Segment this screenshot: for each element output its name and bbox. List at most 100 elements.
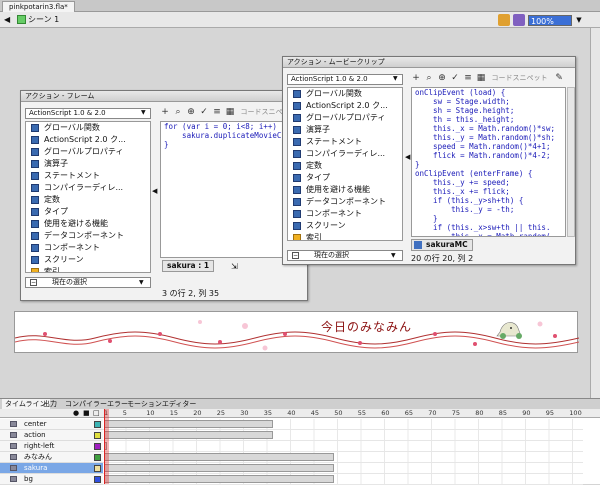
frame-row[interactable]: [103, 463, 583, 474]
frame-row[interactable]: [103, 430, 583, 441]
layer-color-swatch[interactable]: [94, 432, 101, 439]
stage[interactable]: 今日のみなみん: [14, 311, 580, 353]
code-line[interactable]: this._y = -th;: [412, 205, 565, 214]
frame-span[interactable]: [104, 453, 335, 461]
code-line[interactable]: speed = Math.random()*4+1;: [412, 142, 565, 151]
auto-format-icon[interactable]: ≡: [212, 107, 222, 117]
target-icon[interactable]: ⊕: [437, 73, 447, 83]
back-arrow-icon[interactable]: ◀: [4, 15, 13, 24]
tree-item[interactable]: タイプ: [26, 206, 150, 218]
debug-icon[interactable]: ✎: [554, 73, 564, 83]
tree-item[interactable]: コンパイラーディレ...: [288, 148, 402, 160]
outline-icon[interactable]: □: [93, 409, 100, 418]
code-scrollbar[interactable]: [567, 87, 575, 237]
code-line[interactable]: flick = Math.random()*4-2;: [412, 151, 565, 160]
code-line[interactable]: }: [412, 214, 565, 223]
tree-item[interactable]: ステートメント: [288, 136, 402, 148]
layer-row[interactable]: right-left: [0, 441, 103, 452]
version-select[interactable]: ActionScript 1.0 & 2.0: [25, 108, 151, 119]
code-line[interactable]: this._x += flick;: [412, 187, 565, 196]
chevron-down-icon[interactable]: ▼: [139, 279, 144, 286]
tree-item[interactable]: 定数: [288, 160, 402, 172]
layer-color-swatch[interactable]: [94, 476, 101, 483]
eye-icon[interactable]: ●: [73, 409, 79, 418]
code-line[interactable]: this._y = Math.random()*sh;: [412, 133, 565, 142]
code-line[interactable]: if (this._x>sw+th || this.: [412, 223, 565, 232]
layer-color-swatch[interactable]: [94, 421, 101, 428]
code-line[interactable]: }: [412, 160, 565, 169]
tree-item[interactable]: グローバルプロパティ: [26, 146, 150, 158]
chevron-down-icon[interactable]: ▼: [393, 75, 398, 82]
collapse-icon[interactable]: −: [30, 279, 37, 286]
tree-item[interactable]: データコンポーネント: [288, 196, 402, 208]
code-editor[interactable]: onClipEvent (load) { sw = Stage.width; s…: [411, 87, 566, 237]
find-icon[interactable]: ⌕: [424, 73, 434, 83]
pin-icon[interactable]: ⇲: [231, 262, 238, 271]
tree-item[interactable]: 索引: [288, 232, 402, 240]
vertical-scrollbar[interactable]: [590, 28, 600, 398]
zoom-dropdown-icon[interactable]: ▼: [574, 15, 584, 26]
frame-span[interactable]: [104, 475, 335, 483]
panel-title[interactable]: アクション - フレーム: [21, 91, 307, 102]
frame-row[interactable]: [103, 441, 583, 452]
add-action-icon[interactable]: +: [160, 107, 170, 117]
code-line[interactable]: if (this._y>sh+th) {: [412, 196, 565, 205]
tree-item[interactable]: ActionScript 2.0 ク...: [26, 134, 150, 146]
layer-color-swatch[interactable]: [94, 454, 101, 461]
version-select[interactable]: ActionScript 1.0 & 2.0: [287, 74, 403, 85]
code-snippets-button[interactable]: コードスニペット: [492, 74, 548, 82]
frame-row[interactable]: [103, 452, 583, 463]
tree-item[interactable]: ActionScript 2.0 ク...: [288, 100, 402, 112]
code-line[interactable]: this._y += speed;: [412, 178, 565, 187]
tree-item[interactable]: コンパイラーディレ...: [26, 182, 150, 194]
frame-span[interactable]: [104, 431, 274, 439]
code-hint-icon[interactable]: ▦: [225, 107, 235, 117]
layer-row[interactable]: みなみん: [0, 452, 103, 463]
tree-item[interactable]: ステートメント: [26, 170, 150, 182]
add-action-icon[interactable]: +: [411, 73, 421, 83]
tree-item[interactable]: 定数: [26, 194, 150, 206]
auto-format-icon[interactable]: ≡: [463, 73, 473, 83]
tree-item[interactable]: コンポーネント: [288, 208, 402, 220]
panel-title[interactable]: アクション - ムービークリップ: [283, 57, 575, 68]
current-selection-label[interactable]: 現在の選択: [287, 250, 403, 261]
script-tab[interactable]: sakura : 1: [162, 260, 215, 272]
layer-row[interactable]: sakura: [0, 463, 103, 474]
tree-item[interactable]: 演算子: [26, 158, 150, 170]
code-line[interactable]: th = this._height;: [412, 115, 565, 124]
code-line[interactable]: this._x = Math.random()*sw;: [412, 124, 565, 133]
tree-item[interactable]: 演算子: [288, 124, 402, 136]
layer-color-swatch[interactable]: [94, 465, 101, 472]
layer-row[interactable]: center: [0, 419, 103, 430]
layer-color-swatch[interactable]: [94, 443, 101, 450]
chevron-down-icon[interactable]: ▼: [391, 252, 396, 259]
code-hint-icon[interactable]: ▦: [476, 73, 486, 83]
tree-item[interactable]: グローバル関数: [26, 122, 150, 134]
tree-item[interactable]: 索引: [26, 266, 150, 272]
layer-row[interactable]: bg: [0, 474, 103, 485]
scene-label[interactable]: シーン 1: [28, 15, 59, 25]
tree-item[interactable]: コンポーネント: [26, 242, 150, 254]
action-tree[interactable]: グローバル関数 ActionScript 2.0 ク... グローバルプロパティ 演算…: [287, 87, 403, 241]
tree-item[interactable]: グローバル関数: [288, 88, 402, 100]
layer-row[interactable]: action: [0, 430, 103, 441]
check-syntax-icon[interactable]: ✓: [450, 73, 460, 83]
panel-collapse-icon[interactable]: ◀: [152, 187, 158, 195]
code-line[interactable]: sh = Stage.height;: [412, 106, 565, 115]
tree-item[interactable]: 使用を避ける機能: [288, 184, 402, 196]
edit-scene-icon[interactable]: [498, 14, 510, 26]
tree-item[interactable]: スクリーン: [288, 220, 402, 232]
check-syntax-icon[interactable]: ✓: [199, 107, 209, 117]
action-tree[interactable]: グローバル関数 ActionScript 2.0 ク... グローバルプロパティ 演算…: [25, 121, 151, 273]
frame-row[interactable]: [103, 474, 583, 485]
frame-row[interactable]: [103, 419, 583, 430]
find-icon[interactable]: ⌕: [173, 107, 183, 117]
document-tab[interactable]: pinkpotarin3.fla*: [2, 1, 75, 12]
current-selection-label[interactable]: 現在の選択: [25, 277, 151, 288]
code-line[interactable]: onClipEvent (enterFrame) {: [412, 169, 565, 178]
code-line[interactable]: onClipEvent (load) {: [412, 88, 565, 97]
frame-span[interactable]: [104, 420, 274, 428]
code-line[interactable]: sw = Stage.width;: [412, 97, 565, 106]
chevron-down-icon[interactable]: ▼: [141, 109, 146, 116]
frame-span[interactable]: [104, 464, 335, 472]
